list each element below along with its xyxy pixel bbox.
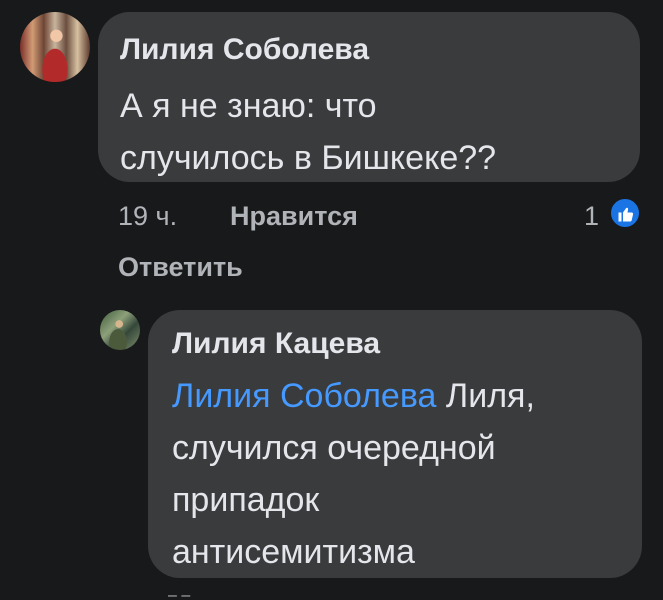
comment-text: Лилия Соболева Лиля, случился очередной … [172,370,535,578]
comment-author[interactable]: Лилия Соболева [120,32,369,68]
comment-text-line: случилось в Бишкеке?? [120,139,497,177]
thumbs-up-icon [618,207,634,222]
comment-text-line: антисемитизма [172,533,415,571]
avatar-liliya-soboleva[interactable] [20,12,90,82]
cut-off-metadata: – – [168,587,191,600]
comments-thread: Лилия Соболева А я не знаю: что случилос… [0,0,663,600]
comment-time[interactable]: 19 ч. [118,201,177,231]
comment-text-line: случился очередной [172,429,496,467]
comment-text-line: припадок [172,481,320,519]
reply-button[interactable]: Ответить [118,252,243,282]
comment-bubble: Лилия Соболева А я не знаю: что случилос… [98,12,640,182]
avatar-liliya-katseva[interactable] [100,310,140,350]
comment-author[interactable]: Лилия Кацева [172,326,380,362]
comment-text-line: А я не знаю: что [120,87,377,125]
reaction-count[interactable]: 1 [584,201,599,231]
mention-link[interactable]: Лилия Соболева [172,377,436,415]
comment-text: А я не знаю: что случилось в Бишкеке?? [120,80,496,184]
comment-text-fragment: Лиля, [436,377,535,415]
comment-text-line: Лилия Соболева Лиля, [172,370,535,422]
reply-bubble: Лилия Кацева Лилия Соболева Лиля, случил… [148,310,642,578]
like-button[interactable]: Нравится [230,201,358,231]
like-icon[interactable] [608,196,642,230]
